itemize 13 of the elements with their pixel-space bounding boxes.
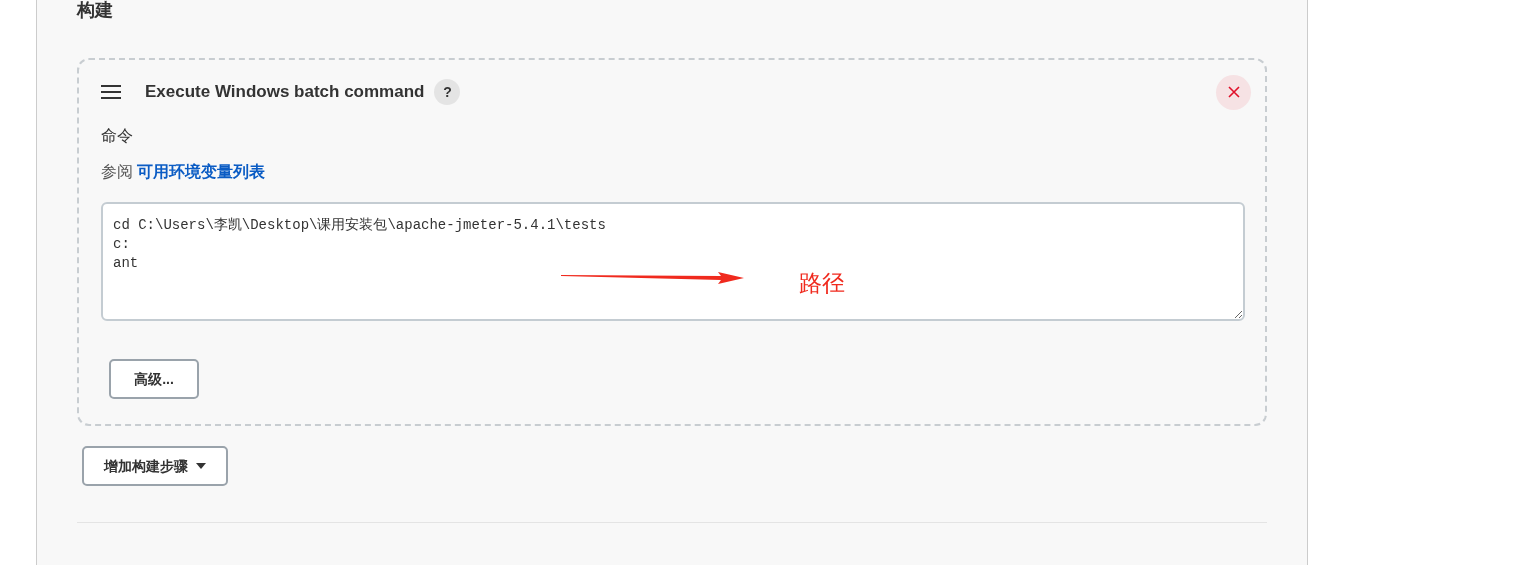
hint-text: 参阅	[101, 163, 134, 180]
help-button[interactable]: ?	[434, 79, 461, 105]
section-title: 构建	[77, 0, 114, 20]
close-button[interactable]	[1216, 74, 1251, 110]
annotation-text: 路径	[799, 269, 845, 297]
field-label: 命令	[101, 126, 134, 146]
env-vars-link[interactable]: 可用环境变量列表	[137, 163, 266, 180]
caret-icon	[196, 463, 206, 469]
advanced-button[interactable]: 高级...	[109, 359, 199, 399]
step-title: Execute Windows batch command	[145, 81, 425, 104]
drag-handle-icon[interactable]	[101, 85, 121, 99]
add-build-step-button[interactable]: 增加构建步骤	[82, 446, 228, 486]
close-icon	[1227, 86, 1240, 98]
